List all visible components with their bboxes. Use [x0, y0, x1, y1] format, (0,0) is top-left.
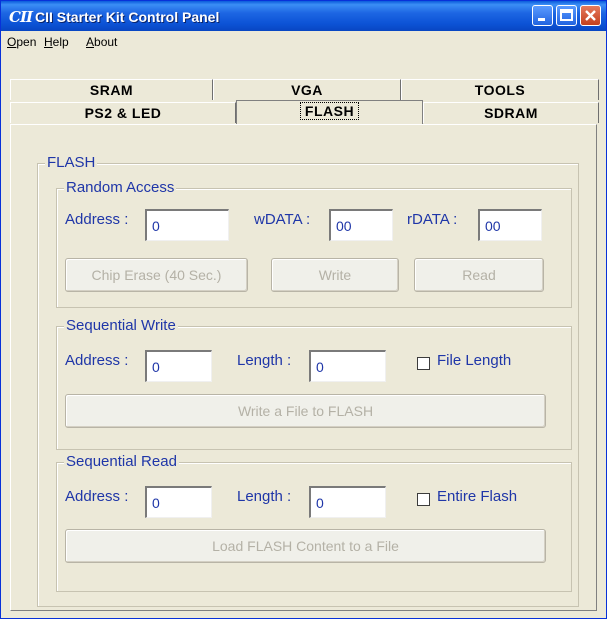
menu-help[interactable]: Help — [44, 35, 69, 49]
title-bar[interactable]: CII CII Starter Kit Control Panel — [1, 1, 606, 31]
tab-flash-label: FLASH — [299, 102, 360, 120]
menu-open[interactable]: Open — [7, 35, 36, 49]
write-button[interactable]: Write — [271, 258, 399, 292]
random-access-title: Random Access — [64, 179, 177, 196]
minimize-icon — [538, 18, 545, 21]
ra-rdata-input[interactable]: 00 — [478, 209, 542, 241]
maximize-icon — [560, 9, 573, 21]
sr-address-label: Address : — [65, 488, 129, 505]
tab-tools-label: TOOLS — [474, 82, 526, 98]
read-button[interactable]: Read — [414, 258, 544, 292]
tab-sram-label: SRAM — [89, 82, 134, 98]
ra-wdata-input[interactable]: 00 — [329, 209, 393, 241]
close-icon — [585, 10, 596, 21]
ra-rdata-label: rDATA : — [407, 211, 458, 228]
sequential-read-title: Sequential Read — [64, 453, 179, 470]
minimize-button[interactable] — [532, 5, 553, 26]
sw-address-input[interactable]: 0 — [145, 350, 212, 382]
file-length-checkbox[interactable] — [417, 357, 430, 370]
window-title: CII Starter Kit Control Panel — [35, 9, 220, 25]
sr-address-input[interactable]: 0 — [145, 486, 212, 518]
tab-flash[interactable]: FLASH — [236, 100, 423, 124]
sr-length-input[interactable]: 0 — [309, 486, 386, 518]
sequential-write-title: Sequential Write — [64, 317, 178, 334]
tab-vga-label: VGA — [291, 82, 323, 98]
sequential-read-group: Sequential Read Address : 0 Length : 0 E… — [56, 453, 572, 592]
tab-tools[interactable]: TOOLS — [401, 79, 599, 100]
tab-sdram[interactable]: SDRAM — [423, 102, 599, 123]
load-flash-content-button[interactable]: Load FLASH Content to a File — [65, 529, 546, 563]
tab-sram[interactable]: SRAM — [10, 79, 213, 100]
tab-vga[interactable]: VGA — [213, 79, 401, 100]
tab-ps2-led[interactable]: PS2 & LED — [10, 102, 236, 123]
entire-flash-label[interactable]: Entire Flash — [437, 488, 517, 505]
maximize-button[interactable] — [556, 5, 577, 26]
entire-flash-checkbox[interactable] — [417, 493, 430, 506]
sw-length-label: Length : — [237, 352, 292, 369]
sw-length-input[interactable]: 0 — [309, 350, 386, 382]
random-access-group: Random Access Address : 0 wDATA : 00 rDA… — [56, 179, 572, 308]
ra-address-input[interactable]: 0 — [145, 209, 229, 241]
sw-address-label: Address : — [65, 352, 129, 369]
flash-group-title: FLASH — [45, 154, 98, 171]
tab-ps2-led-label: PS2 & LED — [84, 105, 162, 121]
file-length-label[interactable]: File Length — [437, 352, 511, 369]
menu-about[interactable]: About — [86, 35, 117, 49]
sequential-write-group: Sequential Write Address : 0 Length : 0 … — [56, 317, 572, 450]
flash-group: FLASH Random Access Address : 0 wDATA : … — [37, 154, 579, 607]
chip-erase-button[interactable]: Chip Erase (40 Sec.) — [65, 258, 248, 292]
close-button[interactable] — [580, 5, 601, 26]
menu-bar: Open Help About — [1, 31, 606, 53]
app-logo-icon: CII — [9, 8, 33, 26]
tab-sdram-label: SDRAM — [484, 105, 538, 121]
ra-wdata-label: wDATA : — [254, 211, 311, 228]
tab-content-panel: FLASH Random Access Address : 0 wDATA : … — [10, 124, 597, 611]
app-window: CII CII Starter Kit Control Panel Open H… — [0, 0, 607, 619]
ra-address-label: Address : — [65, 211, 129, 228]
write-file-to-flash-button[interactable]: Write a File to FLASH — [65, 394, 546, 428]
sr-length-label: Length : — [237, 488, 292, 505]
